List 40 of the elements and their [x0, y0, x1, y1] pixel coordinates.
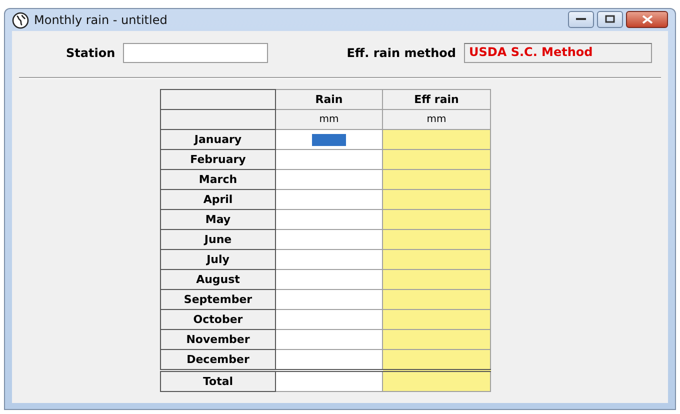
rain-cell[interactable]	[276, 350, 382, 370]
row-header: October	[160, 310, 276, 330]
rain-cell[interactable]	[276, 150, 382, 170]
row-header: July	[160, 250, 276, 270]
row-header: February	[160, 150, 276, 170]
row-header: August	[160, 270, 276, 290]
station-field[interactable]	[123, 43, 268, 63]
close-button[interactable]	[626, 10, 668, 28]
row-header: January	[160, 130, 276, 150]
minimize-icon	[576, 17, 586, 21]
rain-cell[interactable]	[276, 230, 382, 250]
rain-cell[interactable]	[276, 330, 382, 350]
rain-cell[interactable]	[276, 170, 382, 190]
rain-cell[interactable]	[276, 190, 382, 210]
unit-label: mm	[382, 110, 490, 130]
method-label: Eff. rain method	[346, 46, 456, 60]
station-label: Station	[66, 46, 116, 60]
row-header: April	[160, 190, 276, 210]
column-header: Rain	[276, 90, 382, 110]
window-title: Monthly rain - untitled	[34, 13, 168, 27]
minimize-button[interactable]	[568, 10, 594, 28]
row-header: June	[160, 230, 276, 250]
unit-label: mm	[276, 110, 382, 130]
close-icon	[642, 14, 652, 24]
row-header: Total	[160, 370, 276, 392]
row-header: December	[160, 350, 276, 370]
row-header: May	[160, 210, 276, 230]
rain-cell[interactable]	[276, 130, 382, 150]
maximize-button[interactable]	[597, 10, 623, 28]
row-header: September	[160, 290, 276, 310]
rain-cell[interactable]	[276, 270, 382, 290]
rain-cell[interactable]	[276, 310, 382, 330]
rain-cell[interactable]	[276, 250, 382, 270]
method-field[interactable]: USDA S.C. Method	[464, 43, 652, 63]
column-header: Eff rain	[382, 90, 490, 110]
rain-cell[interactable]	[276, 210, 382, 230]
rain-cell[interactable]	[276, 290, 382, 310]
maximize-icon	[605, 15, 615, 23]
row-header: March	[160, 170, 276, 190]
row-header: November	[160, 330, 276, 350]
